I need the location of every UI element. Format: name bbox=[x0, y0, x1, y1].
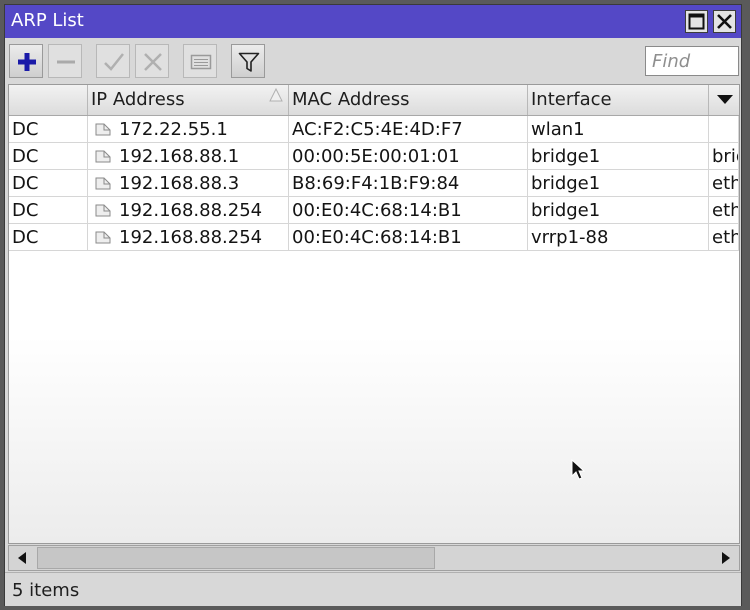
title-bar[interactable]: ARP List bbox=[5, 5, 741, 38]
maximize-button[interactable] bbox=[685, 10, 708, 33]
sort-ascending-icon bbox=[269, 88, 283, 102]
filter-button[interactable] bbox=[231, 44, 265, 78]
close-icon bbox=[717, 14, 732, 29]
dropdown-arrow-icon bbox=[717, 95, 733, 104]
mac-cell: B8:69:F4:1B:F9:84 bbox=[289, 170, 528, 197]
column-header-mac-address[interactable]: MAC Address bbox=[289, 85, 528, 115]
mouse-cursor-icon bbox=[571, 459, 585, 480]
table-row[interactable]: DC 192.168.88.254 00:E0:4C:68:14:B1 vrrp… bbox=[9, 224, 739, 251]
right-arrow-icon bbox=[722, 552, 730, 564]
column-header-interface[interactable]: Interface bbox=[528, 85, 709, 115]
extra-cell: ethe bbox=[709, 197, 739, 224]
mac-cell: 00:00:5E:00:01:01 bbox=[289, 143, 528, 170]
left-arrow-icon bbox=[18, 552, 26, 564]
flags-cell: DC bbox=[9, 170, 88, 197]
address-entry-icon bbox=[95, 231, 111, 244]
column-header-label: IP Address bbox=[91, 89, 185, 110]
scroll-left-button[interactable] bbox=[9, 546, 35, 570]
interface-cell: wlan1 bbox=[528, 116, 709, 143]
flags-cell: DC bbox=[9, 143, 88, 170]
enable-button[interactable] bbox=[96, 44, 130, 78]
ip-cell: 192.168.88.254 bbox=[88, 224, 289, 251]
column-header-flags[interactable] bbox=[9, 85, 88, 115]
item-count: 5 items bbox=[12, 580, 80, 601]
toolbar bbox=[5, 38, 741, 86]
filter-icon bbox=[238, 52, 260, 72]
plus-icon bbox=[18, 53, 36, 71]
address-entry-icon bbox=[95, 150, 111, 163]
ip-address-text: 192.168.88.3 bbox=[119, 173, 240, 194]
extra-cell bbox=[709, 116, 739, 143]
minus-icon bbox=[57, 60, 75, 64]
table-header: IP Address MAC Address Interface bbox=[9, 85, 739, 116]
check-icon bbox=[104, 53, 124, 71]
scroll-right-button[interactable] bbox=[713, 546, 739, 570]
address-entry-icon bbox=[95, 123, 111, 136]
ip-address-text: 172.22.55.1 bbox=[119, 119, 228, 140]
comment-button[interactable] bbox=[183, 44, 217, 78]
address-entry-icon bbox=[95, 177, 111, 190]
flags-cell: DC bbox=[9, 116, 88, 143]
status-bar: 5 items bbox=[5, 572, 741, 606]
disable-button[interactable] bbox=[135, 44, 169, 78]
column-menu-button[interactable] bbox=[709, 85, 739, 115]
ip-address-text: 192.168.88.254 bbox=[119, 227, 263, 248]
close-button[interactable] bbox=[713, 10, 736, 33]
arp-list-window: ARP List Find IP Address MAC Address Int… bbox=[4, 4, 742, 606]
ip-cell: 192.168.88.1 bbox=[88, 143, 289, 170]
comment-icon bbox=[190, 54, 212, 70]
maximize-icon bbox=[688, 13, 705, 30]
remove-button[interactable] bbox=[48, 44, 82, 78]
extra-cell: ethe bbox=[709, 170, 739, 197]
mac-cell: AC:F2:C5:4E:4D:F7 bbox=[289, 116, 528, 143]
column-header-ip-address[interactable]: IP Address bbox=[88, 85, 289, 115]
window-title: ARP List bbox=[11, 10, 84, 31]
find-input[interactable] bbox=[645, 46, 739, 76]
extra-cell: ethe bbox=[709, 224, 739, 251]
table-row[interactable]: DC 192.168.88.3 B8:69:F4:1B:F9:84 bridge… bbox=[9, 170, 739, 197]
address-entry-icon bbox=[95, 204, 111, 217]
interface-cell: bridge1 bbox=[528, 197, 709, 224]
ip-address-text: 192.168.88.1 bbox=[119, 146, 240, 167]
extra-cell: brid bbox=[709, 143, 739, 170]
table-row[interactable]: DC 192.168.88.254 00:E0:4C:68:14:B1 brid… bbox=[9, 197, 739, 224]
flags-cell: DC bbox=[9, 197, 88, 224]
table-row[interactable]: DC 192.168.88.1 00:00:5E:00:01:01 bridge… bbox=[9, 143, 739, 170]
x-icon bbox=[144, 53, 162, 71]
flags-cell: DC bbox=[9, 224, 88, 251]
mac-cell: 00:E0:4C:68:14:B1 bbox=[289, 224, 528, 251]
add-button[interactable] bbox=[9, 44, 43, 78]
interface-cell: bridge1 bbox=[528, 170, 709, 197]
arp-table: IP Address MAC Address Interface DC 172.… bbox=[8, 84, 740, 544]
interface-cell: bridge1 bbox=[528, 143, 709, 170]
horizontal-scrollbar[interactable] bbox=[8, 545, 740, 571]
table-row[interactable]: DC 172.22.55.1 AC:F2:C5:4E:4D:F7 wlan1 bbox=[9, 116, 739, 143]
mac-cell: 00:E0:4C:68:14:B1 bbox=[289, 197, 528, 224]
ip-cell: 172.22.55.1 bbox=[88, 116, 289, 143]
interface-cell: vrrp1-88 bbox=[528, 224, 709, 251]
ip-address-text: 192.168.88.254 bbox=[119, 200, 263, 221]
ip-cell: 192.168.88.3 bbox=[88, 170, 289, 197]
ip-cell: 192.168.88.254 bbox=[88, 197, 289, 224]
scrollbar-thumb[interactable] bbox=[37, 547, 435, 569]
